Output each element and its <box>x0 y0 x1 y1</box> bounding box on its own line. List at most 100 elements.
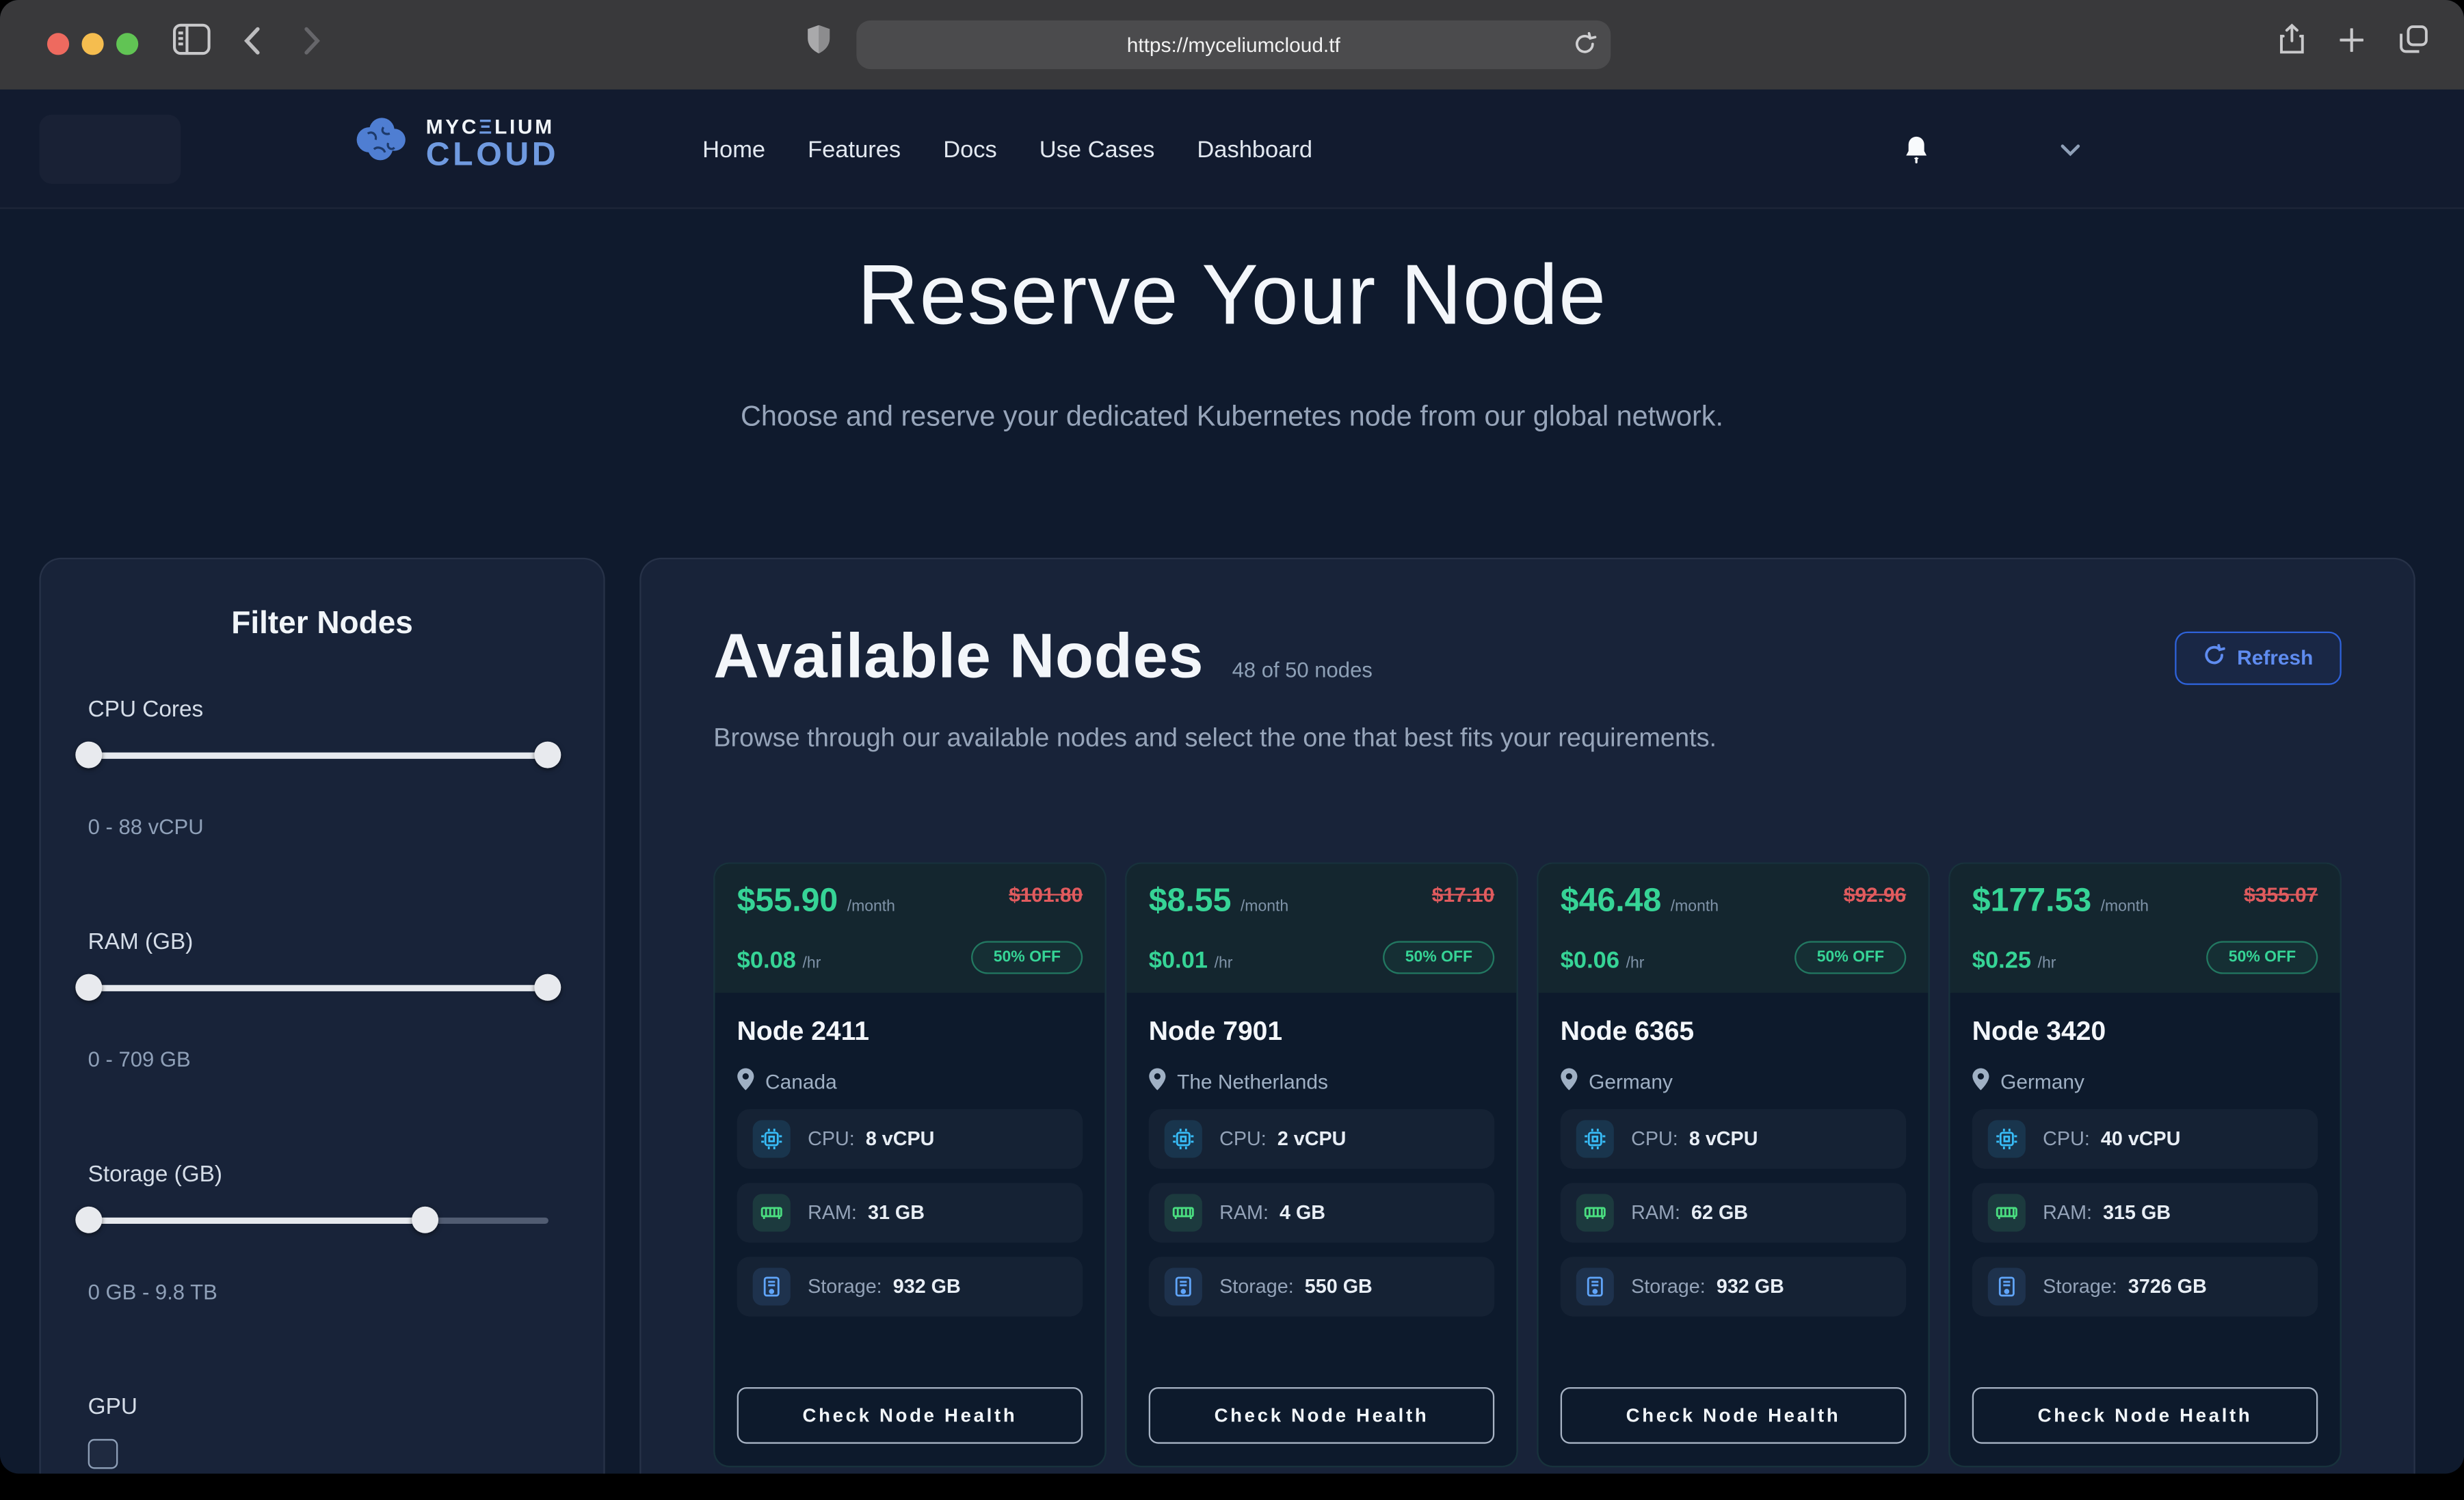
cpu-icon <box>1988 1120 2026 1157</box>
node-card-grid: $55.90 /month $0.08 /hr $101.80 50% OFF … <box>713 863 2342 1468</box>
storage-label: Storage: <box>1219 1276 1294 1298</box>
original-price: $355.07 <box>2244 883 2318 906</box>
original-price: $101.80 <box>1009 883 1083 906</box>
per-hour-label: /hr <box>1215 955 1233 972</box>
nav-link-home[interactable]: Home <box>702 136 765 163</box>
discount-badge: 50% OFF <box>2207 941 2318 974</box>
webpage: MYCΞLIUM CLOUD Home Features Docs Use Ca… <box>0 90 2464 1473</box>
ram-value: 62 GB <box>1691 1202 1748 1224</box>
zoom-window-button[interactable] <box>116 33 138 55</box>
ram-label: RAM: <box>808 1202 857 1224</box>
check-node-health-button[interactable]: Check Node Health <box>1149 1387 1495 1444</box>
hourly-price: $0.01 <box>1149 948 1208 974</box>
site-navbar: MYCΞLIUM CLOUD Home Features Docs Use Ca… <box>0 90 2464 209</box>
ram-icon <box>1988 1194 2026 1231</box>
ram-range-slider[interactable] <box>88 972 548 1000</box>
ram-spec-row: RAM:4 GB <box>1149 1183 1495 1242</box>
node-name: Node 7901 <box>1149 1017 1495 1048</box>
ram-icon <box>1165 1194 1202 1231</box>
per-month-label: /month <box>847 898 895 915</box>
ram-value: 315 GB <box>2103 1202 2171 1224</box>
nav-link-use-cases[interactable]: Use Cases <box>1039 136 1155 163</box>
gpu-checkbox[interactable] <box>88 1439 118 1469</box>
cpu-spec-row: CPU:2 vCPU <box>1149 1109 1495 1168</box>
storage-label: Storage: <box>2043 1276 2117 1298</box>
storage-icon <box>753 1268 791 1305</box>
cpu-spec-row: CPU:8 vCPU <box>1561 1109 1907 1168</box>
ram-label: RAM: <box>1631 1202 1680 1224</box>
filter-label-gpu: GPU <box>88 1395 137 1420</box>
storage-slider-min-handle[interactable] <box>75 1207 102 1233</box>
minimize-window-button[interactable] <box>81 33 103 55</box>
storage-icon <box>1165 1268 1202 1305</box>
storage-value: 932 GB <box>893 1276 961 1298</box>
back-icon[interactable] <box>243 27 261 63</box>
storage-icon <box>1988 1268 2026 1305</box>
forward-icon[interactable] <box>303 27 320 63</box>
ram-slider-min-handle[interactable] <box>75 974 102 1001</box>
cpu-slider-min-handle[interactable] <box>75 742 102 768</box>
hourly-price: $0.25 <box>1972 948 2031 974</box>
node-name: Node 6365 <box>1561 1017 1907 1048</box>
monthly-price: $55.90 <box>737 883 838 919</box>
notifications-bell-icon[interactable] <box>1903 135 1930 173</box>
per-hour-label: /hr <box>803 955 821 972</box>
brand-name-top: MYCΞLIUM <box>426 116 559 137</box>
cpu-slider-max-handle[interactable] <box>534 742 561 768</box>
storage-spec-row: Storage:550 GB <box>1149 1257 1495 1316</box>
sidebar-toggle-icon[interactable] <box>173 23 211 62</box>
refresh-button[interactable]: Refresh <box>2174 631 2342 684</box>
storage-label: Storage: <box>808 1276 882 1298</box>
monthly-price: $8.55 <box>1149 883 1232 919</box>
discount-badge: 50% OFF <box>1383 941 1495 974</box>
node-card[interactable]: $46.48 /month $0.06 /hr $92.96 50% OFF N… <box>1537 863 1929 1468</box>
close-window-button[interactable] <box>47 33 69 55</box>
check-node-health-button[interactable]: Check Node Health <box>737 1387 1083 1444</box>
pricing-header: $46.48 /month $0.06 /hr $92.96 50% OFF <box>1539 864 1929 993</box>
check-node-health-button[interactable]: Check Node Health <box>1972 1387 2318 1444</box>
tab-overview-icon[interactable] <box>2400 25 2428 62</box>
shield-icon[interactable] <box>808 25 830 62</box>
location-pin-icon <box>1972 1069 1989 1095</box>
node-card[interactable]: $55.90 /month $0.08 /hr $101.80 50% OFF … <box>713 863 1106 1468</box>
available-nodes-panel: Available Nodes 48 of 50 nodes Refresh B… <box>639 558 2415 1474</box>
location-pin-icon <box>1149 1069 1166 1095</box>
ram-label: RAM: <box>2043 1202 2092 1224</box>
nav-link-docs[interactable]: Docs <box>943 136 997 163</box>
share-icon[interactable] <box>2279 23 2305 62</box>
node-name: Node 2411 <box>737 1017 1083 1048</box>
node-card[interactable]: $8.55 /month $0.01 /hr $17.10 50% OFF No… <box>1125 863 1518 1468</box>
account-chevron-down-icon[interactable] <box>2060 137 2080 165</box>
nav-link-features[interactable]: Features <box>808 136 901 163</box>
reload-icon[interactable] <box>1573 31 1596 64</box>
address-bar[interactable]: https://myceliumcloud.tf <box>856 21 1611 69</box>
discount-badge: 50% OFF <box>972 941 1083 974</box>
page-subtitle: Choose and reserve your dedicated Kubern… <box>0 401 2464 433</box>
site-logo[interactable]: MYCΞLIUM CLOUD <box>349 111 559 176</box>
filter-panel: Filter Nodes CPU Cores 0 - 88 vCPU RAM (… <box>39 558 605 1474</box>
cpu-icon <box>1165 1120 1202 1157</box>
storage-slider-max-handle[interactable] <box>412 1207 438 1233</box>
new-tab-icon[interactable] <box>2340 28 2363 59</box>
ram-spec-row: RAM: 62 GB <box>1561 1183 1907 1242</box>
ram-spec-row: RAM:31 GB <box>737 1183 1083 1242</box>
monthly-price: $177.53 <box>1972 883 2091 919</box>
faded-placeholder <box>39 115 181 184</box>
storage-value: 932 GB <box>1717 1276 1784 1298</box>
cpu-label: CPU: <box>1631 1128 1678 1150</box>
cpu-label: CPU: <box>808 1128 855 1150</box>
nav-link-dashboard[interactable]: Dashboard <box>1197 136 1312 163</box>
storage-range-slider[interactable] <box>88 1205 548 1233</box>
refresh-icon <box>2203 644 2225 671</box>
storage-spec-row: Storage:3726 GB <box>1972 1257 2318 1316</box>
filter-label-ram: RAM (GB) <box>88 930 194 955</box>
cpu-range-slider[interactable] <box>88 740 548 768</box>
ram-value: 4 GB <box>1280 1202 1325 1224</box>
check-node-health-button[interactable]: Check Node Health <box>1561 1387 1907 1444</box>
ram-range-text: 0 - 709 GB <box>88 1048 191 1071</box>
node-name: Node 3420 <box>1972 1017 2318 1048</box>
per-hour-label: /hr <box>1626 955 1645 972</box>
node-card[interactable]: $177.53 /month $0.25 /hr $355.07 50% OFF… <box>1948 863 2341 1468</box>
hourly-price: $0.06 <box>1561 948 1619 974</box>
ram-slider-max-handle[interactable] <box>534 974 561 1001</box>
